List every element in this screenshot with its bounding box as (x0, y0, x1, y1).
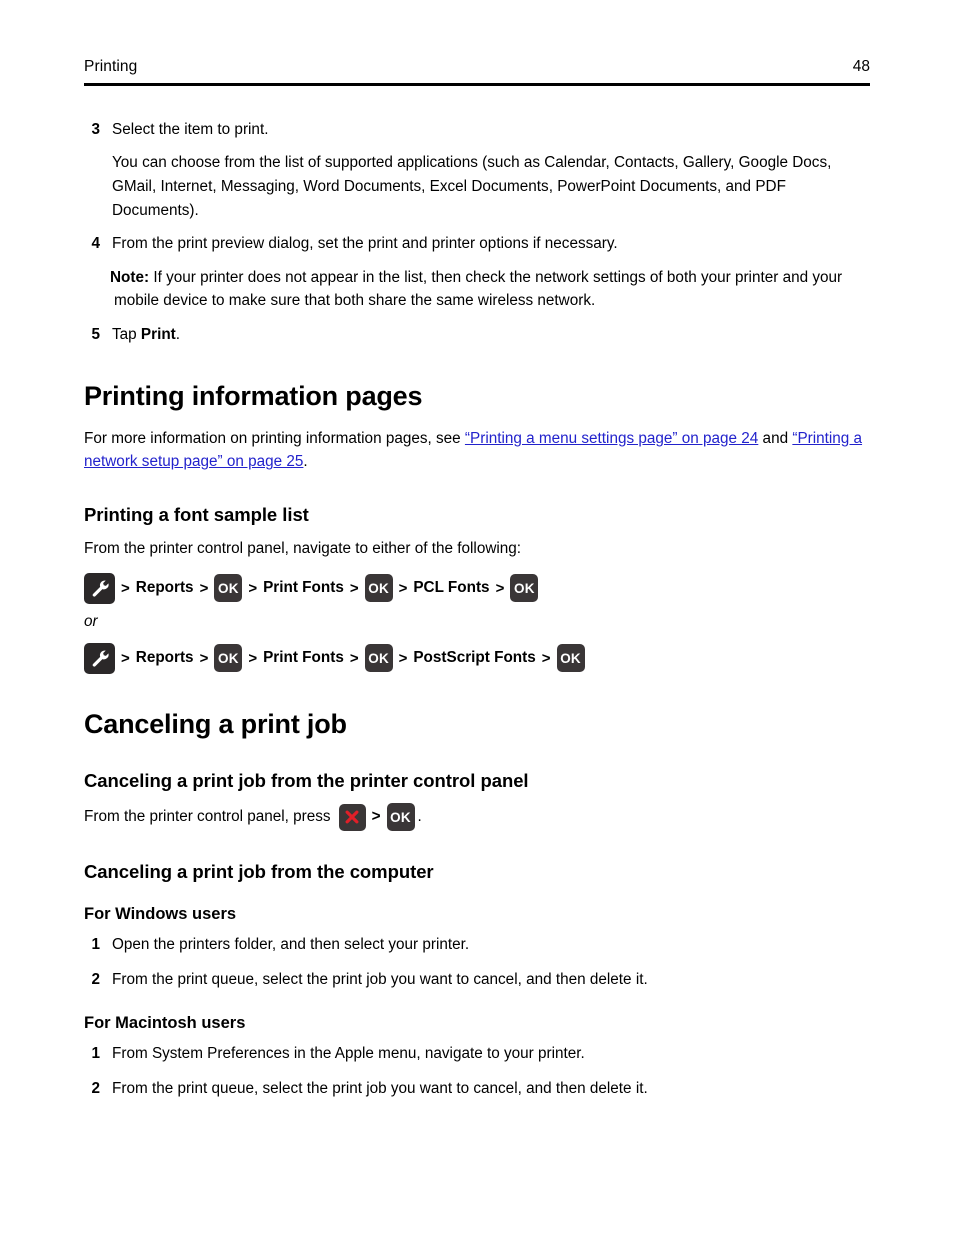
intro-text-between: and (758, 429, 793, 447)
list-item-step-5: 5 Tap Print. (84, 323, 874, 346)
path-item-reports[interactable]: Reports (136, 649, 194, 667)
ok-icon[interactable]: OK (510, 574, 539, 603)
step-5-bold-print: Print (140, 326, 176, 344)
path-item-print-fonts[interactable]: Print Fonts (263, 579, 344, 597)
font-sample-intro: From the printer control panel, navigate… (84, 540, 522, 558)
step-number: 2 (91, 971, 100, 989)
step-5-text-before: Tap (112, 326, 141, 344)
path-separator: > (199, 579, 209, 597)
path-separator: > (248, 579, 258, 597)
step-text: From the print queue, select the print j… (112, 971, 648, 989)
instruction-lead-text: From the printer control panel, press (84, 808, 331, 826)
path-separator: > (121, 649, 130, 667)
link-printing-a-menu-settings-page[interactable]: “Printing a menu settings page” on page … (465, 430, 758, 447)
list-item-macintosh-step-1: 1 From System Preferences in the Apple m… (84, 1042, 874, 1065)
path-item-reports[interactable]: Reports (136, 579, 194, 597)
document-page: Printing 48 3 Select the item to print. … (0, 0, 954, 1235)
step-number: 5 (91, 326, 100, 344)
header-divider-rule (84, 83, 870, 86)
path-item-print-fonts[interactable]: Print Fonts (263, 649, 344, 667)
path-separator: > (248, 649, 258, 667)
path-separator: > (349, 579, 359, 597)
ok-icon[interactable]: OK (214, 574, 243, 603)
step-text: Open the printers folder, and then selec… (112, 936, 470, 954)
ok-icon[interactable]: OK (214, 644, 243, 673)
page-content: 3 Select the item to print. You can choo… (84, 118, 874, 1102)
list-item-step-4: 4 From the print preview dialog, set the… (84, 232, 874, 255)
path-separator: > (398, 649, 408, 667)
page-running-header: Printing 48 (84, 58, 870, 76)
instruction-trailing-period: . (417, 808, 422, 826)
heading-for-macintosh-users: For Macintosh users (84, 1013, 246, 1032)
step-5-text-after: . (175, 326, 181, 344)
path-separator: > (371, 808, 381, 826)
ok-icon[interactable]: OK (386, 803, 415, 832)
list-item-windows-step-2: 2 From the print queue, select the print… (84, 968, 874, 991)
heading-printing-information-pages: Printing information pages (84, 381, 423, 412)
path-separator: > (541, 649, 551, 667)
path-separator: > (398, 579, 408, 597)
step-number: 2 (91, 1079, 100, 1097)
step-text: Tap Print. (112, 323, 874, 346)
ok-icon[interactable]: OK (364, 574, 393, 603)
step-text: From System Preferences in the Apple men… (112, 1044, 585, 1062)
path-separator: > (121, 579, 130, 597)
header-section-title: Printing (84, 58, 138, 75)
step-number: 4 (91, 235, 100, 253)
cancel-x-icon[interactable] (338, 803, 366, 831)
step-number: 3 (91, 121, 100, 138)
heading-canceling-a-print-job: Canceling a print job (84, 708, 347, 739)
navigation-path-pcl-fonts: > Reports > OK > Print Fonts > OK > PCL … (84, 572, 874, 604)
list-item-windows-step-1: 1 Open the printers folder, and then sel… (84, 933, 874, 956)
list-item-macintosh-step-2: 2 From the print queue, select the print… (84, 1077, 874, 1100)
ok-icon[interactable]: OK (364, 644, 393, 673)
or-separator-label: or (84, 612, 98, 630)
intro-text-before: For more information on printing informa… (84, 429, 465, 447)
step-text: Select the item to print. (112, 121, 269, 138)
page-number: 48 (852, 58, 870, 75)
step-number: 1 (91, 1044, 100, 1062)
path-separator: > (349, 649, 359, 667)
step-number: 1 (91, 936, 100, 954)
note-label: Note: (110, 268, 150, 286)
step-text: From the print queue, select the print j… (112, 1079, 648, 1097)
step-4-note: Note: If your printer does not appear in… (110, 266, 874, 313)
wrench-icon[interactable] (84, 572, 115, 604)
path-item-pcl-fonts[interactable]: PCL Fonts (413, 579, 489, 597)
heading-printing-a-font-sample-list: Printing a font sample list (84, 504, 309, 526)
intro-text-after: . (303, 453, 308, 471)
navigation-path-postscript-fonts: > Reports > OK > Print Fonts > OK > Post… (84, 642, 874, 674)
printing-information-pages-intro: For more information on printing informa… (84, 427, 874, 474)
ok-icon[interactable]: OK (556, 644, 585, 673)
heading-for-windows-users: For Windows users (84, 905, 237, 924)
note-text: If your printer does not appear in the l… (114, 268, 843, 310)
path-separator: > (199, 649, 209, 667)
step-3-detail-paragraph: You can choose from the list of supporte… (112, 154, 832, 219)
step-text: From the print preview dialog, set the p… (112, 235, 618, 253)
path-item-postscript-fonts[interactable]: PostScript Fonts (413, 649, 535, 667)
path-separator: > (495, 579, 505, 597)
heading-canceling-from-computer: Canceling a print job from the computer (84, 861, 434, 883)
heading-canceling-from-control-panel: Canceling a print job from the printer c… (84, 770, 529, 792)
cancel-from-control-panel-instruction: From the printer control panel, press > … (84, 803, 874, 832)
list-item-step-3: 3 Select the item to print. (84, 118, 874, 141)
wrench-icon[interactable] (84, 642, 115, 674)
